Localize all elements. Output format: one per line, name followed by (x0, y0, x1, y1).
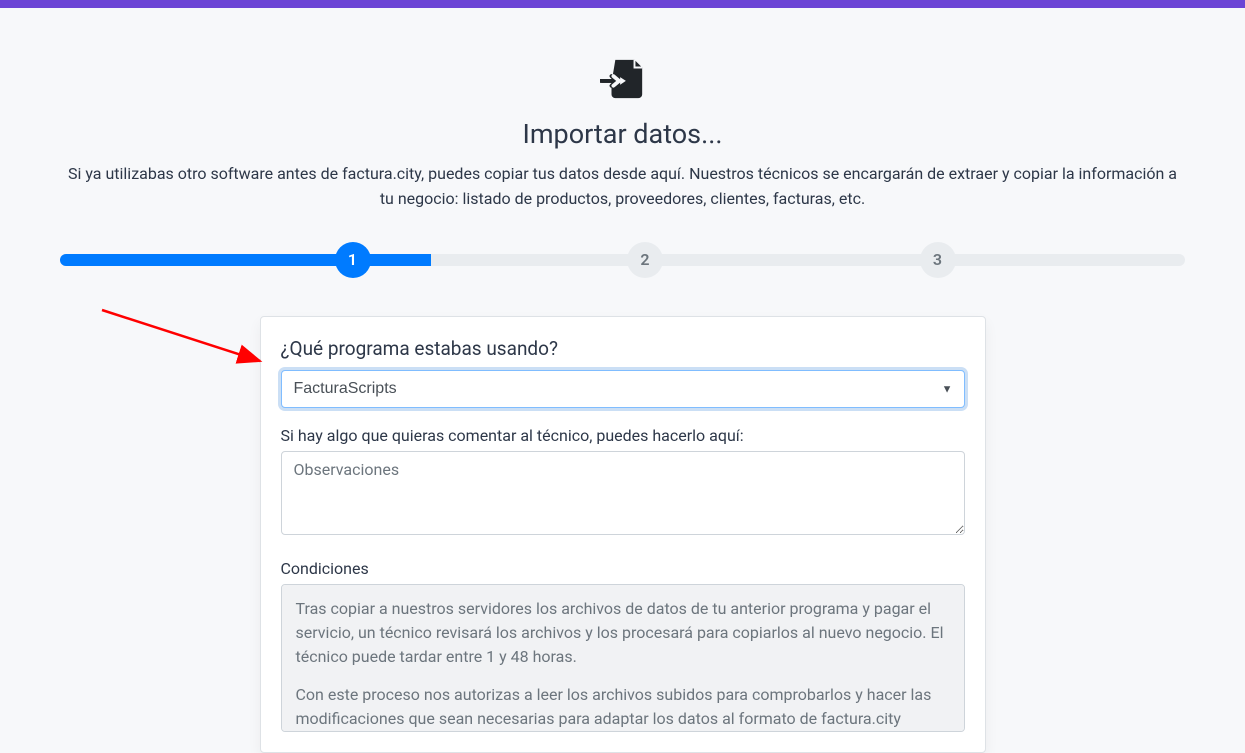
step-2: 2 (627, 242, 663, 278)
comment-label: Si hay algo que quieras comentar al técn… (281, 426, 965, 445)
progress-track (60, 254, 1185, 266)
progress-fill (60, 254, 431, 266)
step-1: 1 (335, 242, 371, 278)
conditions-box[interactable]: Tras copiar a nuestros servidores los ar… (281, 584, 965, 732)
program-question-label: ¿Qué programa estabas usando? (281, 337, 965, 360)
file-import-icon (600, 56, 646, 102)
conditions-paragraph-1: Tras copiar a nuestros servidores los ar… (296, 597, 950, 669)
page-description: Si ya utilizabas otro software antes de … (63, 162, 1183, 212)
program-select-wrap: ▼ (281, 370, 965, 408)
page-title: Importar datos... (56, 118, 1189, 150)
main-container: Importar datos... Si ya utilizabas otro … (0, 8, 1245, 753)
step-3: 3 (920, 242, 956, 278)
form-card: ¿Qué programa estabas usando? ▼ Si hay a… (260, 316, 986, 753)
icon-wrap (56, 56, 1189, 102)
progress-stepper: 1 2 3 (60, 240, 1185, 280)
top-accent-bar (0, 0, 1245, 8)
conditions-label: Condiciones (281, 559, 965, 578)
comment-textarea[interactable] (281, 451, 965, 535)
program-select-input[interactable] (281, 370, 965, 408)
conditions-paragraph-2: Con este proceso nos autorizas a leer lo… (296, 683, 950, 731)
